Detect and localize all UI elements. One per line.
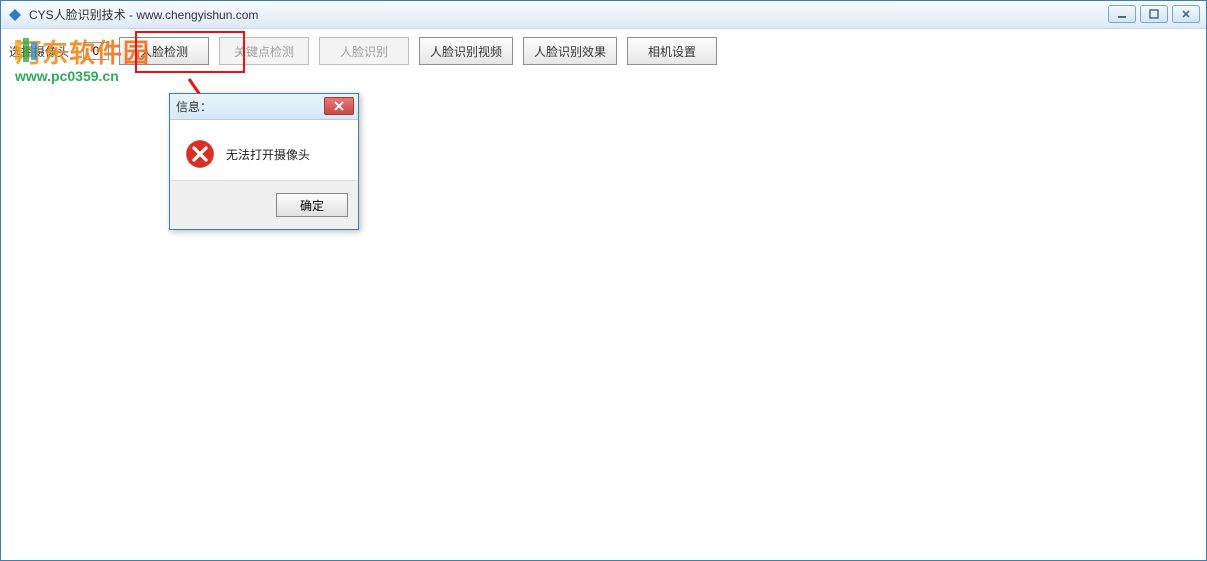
camera-select-label: 选择摄像头	[9, 43, 69, 60]
face-effect-button[interactable]: 人脸识别效果	[523, 37, 617, 65]
close-button[interactable]	[1172, 5, 1200, 23]
dialog-titlebar: 信息：	[170, 94, 358, 120]
dialog-footer: 确定	[170, 180, 358, 229]
toolbar: 选择摄像头 0 人脸检测 关键点检测 人脸识别 人脸识别视频 人脸识别效果 相机…	[1, 29, 1206, 73]
dialog-body: 无法打开摄像头	[170, 120, 358, 180]
minimize-button[interactable]	[1108, 5, 1136, 23]
app-icon	[7, 7, 23, 23]
titlebar: CYS人脸识别技术 - www.chengyishun.com	[1, 1, 1206, 29]
camera-settings-button[interactable]: 相机设置	[627, 37, 717, 65]
info-dialog: 信息： 无法打开摄像头 确定	[169, 93, 359, 230]
dialog-close-button[interactable]	[324, 97, 354, 115]
dialog-ok-button[interactable]: 确定	[276, 193, 348, 217]
maximize-button[interactable]	[1140, 5, 1168, 23]
keypoint-detect-button[interactable]: 关键点检测	[219, 37, 309, 65]
camera-index-input[interactable]: 0	[83, 42, 109, 60]
face-video-button[interactable]: 人脸识别视频	[419, 37, 513, 65]
face-recognition-button[interactable]: 人脸识别	[319, 37, 409, 65]
face-detect-button[interactable]: 人脸检测	[119, 37, 209, 65]
dialog-message: 无法打开摄像头	[226, 146, 310, 163]
app-window: CYS人脸识别技术 - www.chengyishun.com 选择摄像头 0 …	[0, 0, 1207, 561]
dialog-title: 信息：	[176, 98, 212, 115]
window-title: CYS人脸识别技术 - www.chengyishun.com	[29, 6, 258, 23]
window-controls	[1108, 5, 1200, 23]
error-icon	[184, 138, 216, 170]
